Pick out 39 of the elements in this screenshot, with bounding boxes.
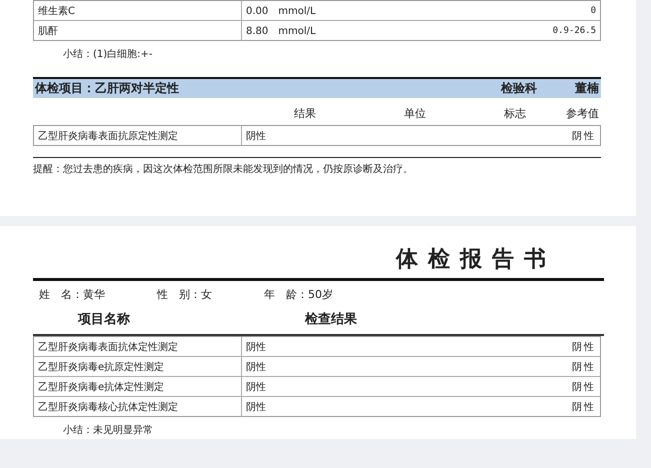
table-cell-text: 乙型肝炎病毒表面抗原定性测定	[37, 130, 179, 144]
result-value: 阴性	[246, 340, 266, 354]
summary-text: 小结：(1)白细胞:+-	[62, 48, 154, 62]
result-value: 阴性	[246, 380, 266, 394]
column-header: 参考值	[565, 106, 599, 121]
unit-text: mmol/L	[278, 6, 316, 16]
result-value: 8.80	[246, 26, 268, 36]
reference-value: 阴性	[572, 130, 596, 143]
table-cell-text: 乙型肝炎病毒表面抗体定性测定	[37, 340, 179, 355]
section-title: 体检项目：乙肝两对半定性	[35, 80, 179, 97]
column-header: 项目名称	[78, 311, 130, 328]
reference-range: 0	[590, 6, 596, 16]
reference-value: 阴性	[572, 340, 596, 354]
table-cell-text: 乙型肝炎病毒e抗体定性测定	[37, 380, 166, 395]
result-value: 阴性	[246, 360, 266, 374]
unit-text: mmol/L	[278, 26, 316, 36]
reference-value: 阴性	[572, 360, 596, 374]
result-value: 0.00	[246, 6, 268, 16]
table-cell-text: 乙型肝炎病毒核心抗体定性测定	[37, 400, 179, 415]
column-header: 结果	[293, 106, 317, 121]
reference-value: 阴性	[572, 400, 596, 414]
summary-text: 小结：未见明显异常	[62, 424, 154, 438]
patient-info: 性 别：女	[157, 287, 212, 302]
department-text: 检验科	[501, 80, 537, 97]
result-value: 阴性	[246, 130, 266, 143]
report-title: 体检报告书	[396, 245, 556, 274]
doctor-name: 董楠	[575, 80, 599, 97]
column-header: 标志	[503, 106, 527, 121]
patient-info: 姓 名：黄华	[39, 287, 105, 302]
result-value: 阴性	[246, 400, 266, 414]
table-cell-text: 维生素C	[37, 4, 76, 19]
reference-value: 阴性	[572, 380, 596, 394]
column-header: 检查结果	[305, 311, 357, 328]
patient-info: 年 龄：50岁	[264, 287, 333, 302]
column-header: 单位	[403, 106, 427, 121]
table-cell-text: 肌酐	[37, 25, 59, 39]
reference-range: 0.9-26.5	[552, 26, 596, 36]
table-cell-text: 乙型肝炎病毒e抗原定性测定	[37, 360, 166, 375]
reminder-text: 提醒：您过去患的疾病，因这次体检范围所限未能发现到的情况，仍按原诊断及治疗。	[33, 157, 601, 176]
